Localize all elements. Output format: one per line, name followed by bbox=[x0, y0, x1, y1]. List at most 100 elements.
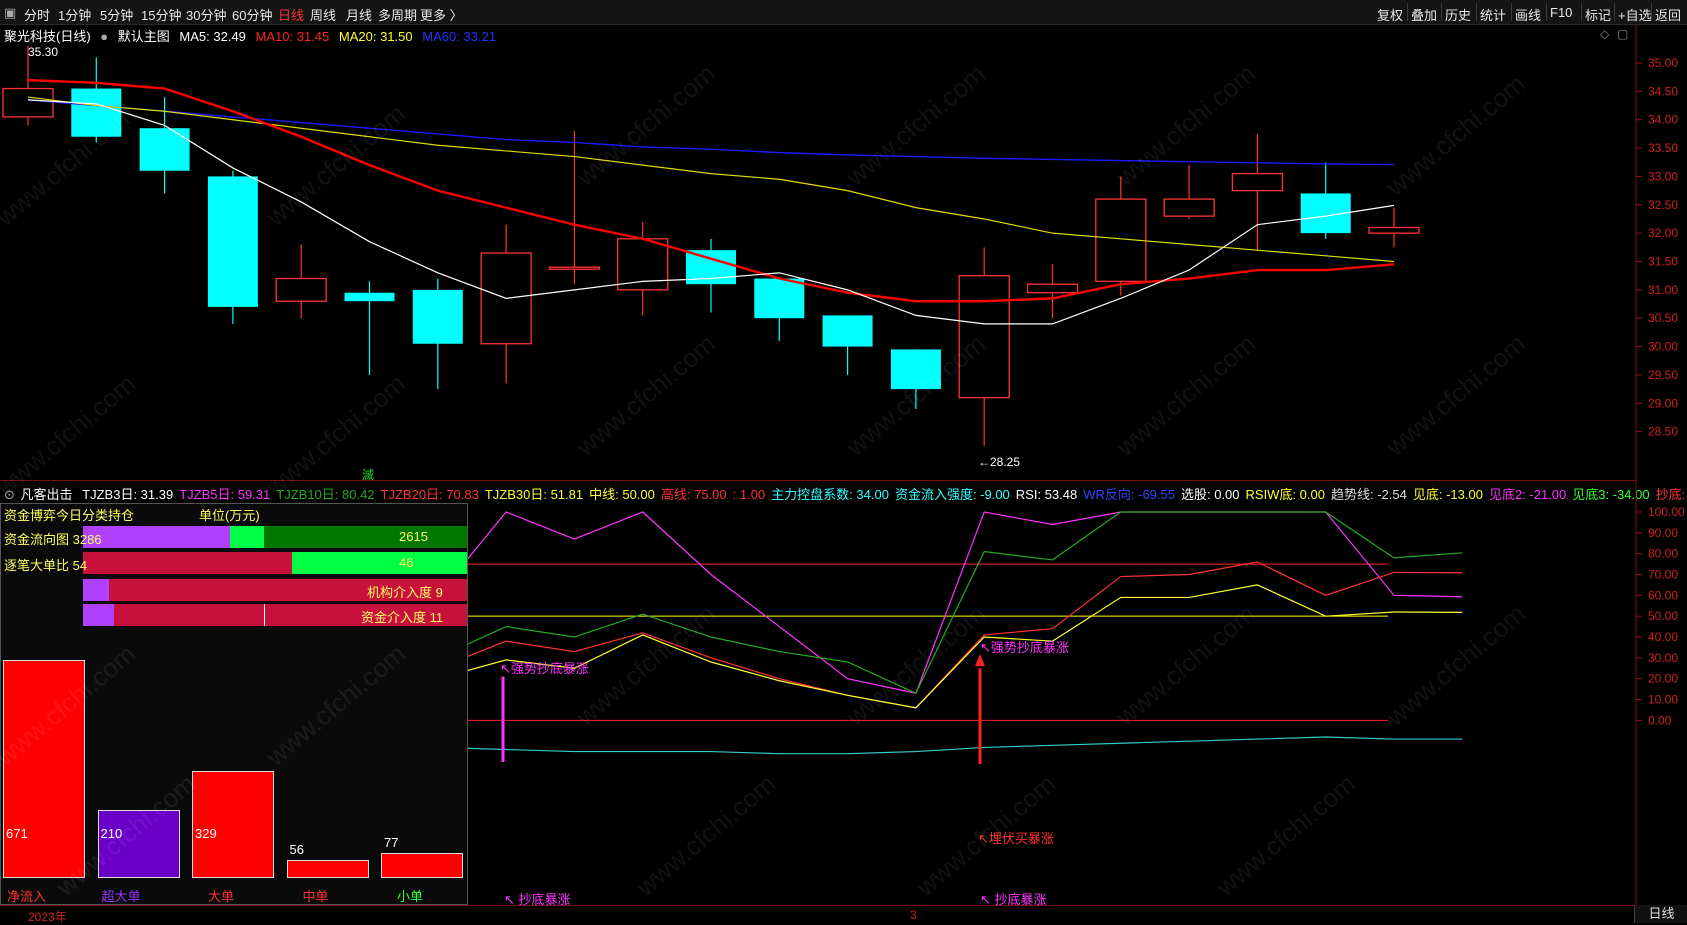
indicator-series-line bbox=[437, 736, 1463, 755]
fund-column-value: 77 bbox=[384, 834, 399, 850]
price-tick-label: 33.00 bbox=[1648, 169, 1678, 183]
capital-bar-tick bbox=[264, 604, 265, 626]
fund-column-label: 中单 bbox=[302, 889, 329, 904]
price-tick-label: 33.50 bbox=[1648, 141, 1678, 155]
candle-body bbox=[754, 278, 805, 319]
indicator-tick-label: 100.00 bbox=[1648, 505, 1685, 519]
candle-body bbox=[412, 289, 463, 344]
candle-body bbox=[139, 128, 190, 171]
fund-column-bar bbox=[286, 859, 369, 878]
fund-column-bar bbox=[97, 809, 180, 878]
period-tab-2[interactable]: 5分钟 bbox=[100, 5, 133, 24]
month-label: 3 bbox=[910, 908, 917, 922]
menu-icon[interactable]: ▣ bbox=[4, 5, 16, 21]
price-tick-label: 30.00 bbox=[1648, 340, 1678, 354]
indicator-tick-label: 80.00 bbox=[1648, 547, 1678, 561]
indicator-tick-label: 70.00 bbox=[1648, 568, 1678, 582]
tool-button-7[interactable]: +自选 bbox=[1618, 5, 1652, 24]
tool-separator bbox=[1651, 3, 1652, 21]
flow-bar-green bbox=[230, 526, 264, 548]
high-price-label: 35.30 bbox=[28, 45, 59, 59]
period-corner-button[interactable]: 日线 bbox=[1634, 905, 1687, 923]
low-price-label: ←28.25 bbox=[978, 455, 1021, 469]
indicator-tick-label: 90.00 bbox=[1648, 526, 1678, 540]
period-tab-0[interactable]: 分时 bbox=[24, 5, 50, 24]
candle-body bbox=[1231, 172, 1284, 192]
fund-column-value: 210 bbox=[100, 826, 123, 841]
flow-bar-darkgreen bbox=[264, 526, 467, 548]
fund-column-value: 671 bbox=[6, 826, 28, 841]
price-tick-label: 28.50 bbox=[1648, 425, 1678, 439]
fund-column-bar bbox=[192, 771, 274, 878]
tool-button-0[interactable]: 复权 bbox=[1377, 5, 1403, 24]
fund-column-value: 56 bbox=[289, 841, 304, 857]
candle-body bbox=[548, 266, 601, 270]
institution-bar-purple bbox=[83, 579, 109, 601]
flow-bar-purple bbox=[83, 526, 230, 548]
institution-value: 机构介入度 9 bbox=[367, 585, 443, 600]
price-tick-label: 29.00 bbox=[1648, 396, 1678, 410]
period-toolbar: ▣ 分时 1分钟 5分钟 15分钟 30分钟 60分钟 日线 周线 月线 多周期 更多 〉 复权 叠加… bbox=[0, 0, 1687, 25]
fund-column-label: 净流入 bbox=[7, 889, 47, 904]
fund-column-bar bbox=[381, 852, 463, 878]
candle-body bbox=[1163, 198, 1215, 217]
bigorder-bar-red bbox=[83, 552, 292, 574]
candle-body bbox=[1026, 283, 1079, 294]
indicator-tick-label: 60.00 bbox=[1648, 588, 1678, 602]
price-tick-label: 29.50 bbox=[1648, 368, 1678, 382]
tool-separator bbox=[1546, 3, 1547, 21]
fund-column-label: 超大单 bbox=[101, 889, 141, 904]
tool-separator bbox=[1407, 3, 1408, 21]
tool-button-2[interactable]: 历史 bbox=[1445, 5, 1471, 24]
period-tab-7[interactable]: 周线 bbox=[310, 5, 336, 24]
candle-body bbox=[822, 315, 873, 347]
indicator-tick-label: 30.00 bbox=[1648, 651, 1678, 665]
date-axis: 2023年 3 bbox=[0, 905, 1687, 924]
fund-column-label: 小单 bbox=[397, 889, 424, 904]
fund-column-label: 大单 bbox=[208, 889, 235, 904]
tool-button-5[interactable]: F10 bbox=[1550, 5, 1572, 20]
panel-title: 资金博弈今日分类持仓 bbox=[4, 508, 135, 523]
strong-bottom-annotation: ↖强势抄底暴涨 bbox=[500, 661, 589, 676]
tool-button-3[interactable]: 统计 bbox=[1480, 5, 1506, 24]
candle-body bbox=[344, 292, 395, 302]
tool-separator bbox=[1581, 3, 1582, 21]
candle-body bbox=[207, 176, 258, 307]
candle-body bbox=[71, 88, 122, 137]
ma60-line bbox=[27, 99, 1395, 166]
candle-body bbox=[275, 277, 327, 302]
price-tick-label: 34.50 bbox=[1648, 84, 1678, 98]
period-tab-8[interactable]: 月线 bbox=[346, 5, 372, 24]
price-tick-label: 30.50 bbox=[1648, 311, 1678, 325]
ambush-annotation: ↖埋伏买暴涨 bbox=[978, 831, 1054, 846]
price-tick-label: 32.00 bbox=[1648, 226, 1678, 240]
tool-button-4[interactable]: 画线 bbox=[1515, 5, 1541, 24]
indicator-series-line bbox=[437, 561, 1463, 709]
period-tab-3[interactable]: 15分钟 bbox=[141, 5, 181, 24]
flow-value: 2615 bbox=[399, 529, 428, 544]
indicator-tick-label: 10.00 bbox=[1648, 693, 1678, 707]
tool-separator bbox=[1511, 3, 1512, 21]
year-label: 2023年 bbox=[28, 910, 67, 924]
bigorder-bar-green bbox=[292, 552, 467, 574]
tool-button-8[interactable]: 返回 bbox=[1655, 5, 1681, 24]
period-tab-10[interactable]: 更多 〉 bbox=[420, 5, 463, 24]
period-tab-1[interactable]: 1分钟 bbox=[58, 5, 91, 24]
fund-column-value: 329 bbox=[195, 826, 217, 841]
indicator-tick-label: 0.00 bbox=[1648, 713, 1672, 727]
period-tab-6[interactable]: 日线 bbox=[278, 5, 304, 24]
capital-bar-purple bbox=[83, 604, 114, 626]
period-tab-4[interactable]: 30分钟 bbox=[186, 5, 226, 24]
indicator-tick-label: 50.00 bbox=[1648, 609, 1678, 623]
period-tab-5[interactable]: 60分钟 bbox=[232, 5, 272, 24]
tool-button-1[interactable]: 叠加 bbox=[1411, 5, 1437, 24]
indicator-tick-label: 40.00 bbox=[1648, 630, 1678, 644]
capital-value: 资金介入度 11 bbox=[361, 610, 444, 625]
tool-button-6[interactable]: 标记 bbox=[1585, 5, 1611, 24]
tool-separator bbox=[1476, 3, 1477, 21]
price-tick-label: 35.00 bbox=[1648, 56, 1678, 70]
candle-body bbox=[958, 275, 1010, 399]
flow-label: 资金流向图 3286 bbox=[4, 532, 102, 547]
period-tab-9[interactable]: 多周期 bbox=[378, 5, 417, 24]
panel-unit: 单位(万元) bbox=[199, 508, 260, 523]
